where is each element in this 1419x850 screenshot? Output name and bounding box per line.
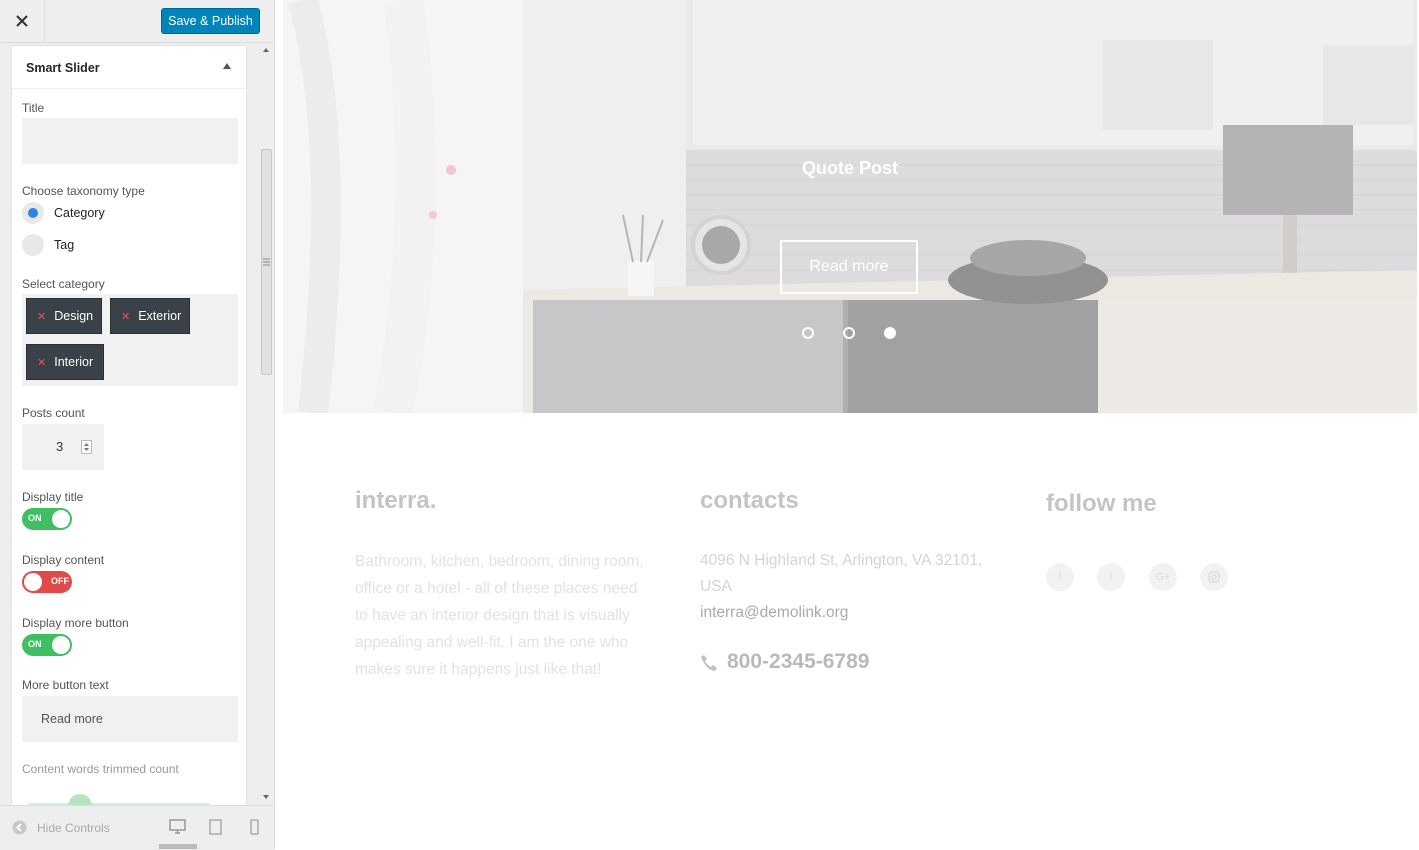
smart-slider-section: Smart Slider Title Choose taxonomy type … xyxy=(11,45,247,805)
toggle-knob xyxy=(52,636,70,654)
display-content-label: Display content xyxy=(22,553,105,567)
facebook-icon[interactable]: f xyxy=(1046,563,1074,591)
scroll-down-icon[interactable] xyxy=(258,792,274,802)
toggle-knob xyxy=(24,573,42,591)
footer-brand: interra. xyxy=(355,487,437,514)
more-text-value: Read more xyxy=(41,712,103,726)
active-device-indicator xyxy=(159,844,197,849)
footer-email-link[interactable]: interra@demolink.org xyxy=(700,604,848,622)
hide-controls-button[interactable]: Hide Controls xyxy=(37,821,110,835)
mobile-preview-icon[interactable] xyxy=(250,819,259,840)
contacts-heading: contacts xyxy=(700,487,799,514)
display-more-label: Display more button xyxy=(22,616,129,630)
follow-heading: follow me xyxy=(1046,490,1157,517)
customizer-header: Save & Publish xyxy=(0,0,274,43)
site-preview: Quote Post Read more interra. Bathroom, … xyxy=(276,0,1419,849)
slider-dot[interactable] xyxy=(843,327,855,339)
radio-category-label: Category xyxy=(54,206,105,220)
save-publish-button[interactable]: Save & Publish xyxy=(161,8,260,34)
twitter-icon[interactable]: t xyxy=(1097,563,1125,591)
slider-dot[interactable] xyxy=(802,327,814,339)
trim-slider-handle[interactable] xyxy=(68,794,92,805)
trim-count-label: Content words trimmed count xyxy=(22,762,179,776)
desktop-preview-icon[interactable] xyxy=(169,819,186,840)
google-plus-icon[interactable]: G+ xyxy=(1149,563,1177,591)
display-title-toggle[interactable]: ON xyxy=(22,508,72,530)
posts-count-label: Posts count xyxy=(22,406,85,420)
scroll-up-icon[interactable] xyxy=(258,45,274,55)
toggle-state: ON xyxy=(28,639,42,649)
footer-address: 4096 N Highland St, Arlington, VA 32101,… xyxy=(700,552,983,595)
toggle-knob xyxy=(52,510,70,528)
close-icon xyxy=(16,11,28,32)
category-select[interactable]: ✕ Design ✕ Exterior ✕ Interior xyxy=(22,294,238,386)
title-input[interactable] xyxy=(22,118,238,164)
phone-icon xyxy=(700,654,718,677)
posts-count-value: 3 xyxy=(56,439,64,454)
more-text-input[interactable]: Read more xyxy=(22,696,238,742)
section-header[interactable]: Smart Slider xyxy=(12,46,246,89)
toggle-state: OFF xyxy=(51,576,69,586)
slider-overlay xyxy=(283,0,1417,413)
customizer-footer: Hide Controls xyxy=(0,805,274,850)
spinner-icon[interactable] xyxy=(81,440,92,454)
customizer-panel: Save & Publish Smart Slider Title Choose… xyxy=(0,0,275,850)
collapse-arrow-icon[interactable] xyxy=(223,63,231,69)
radio-category[interactable] xyxy=(22,202,44,224)
select-category-label: Select category xyxy=(22,277,105,291)
chip-label: Interior xyxy=(54,355,94,369)
more-text-label: More button text xyxy=(22,678,109,692)
chip-label: Design xyxy=(54,309,94,323)
radio-tag[interactable] xyxy=(22,234,44,256)
close-button[interactable] xyxy=(0,0,45,42)
collapse-icon[interactable] xyxy=(12,820,27,840)
slider-dot-active[interactable] xyxy=(884,327,896,339)
radio-tag-label: Tag xyxy=(54,238,75,252)
footer-phone[interactable]: 800-2345-6789 xyxy=(727,650,869,674)
slide-title: Quote Post xyxy=(801,158,898,178)
taxonomy-label: Choose taxonomy type xyxy=(22,184,145,198)
panel-scrollbar[interactable] xyxy=(258,44,274,804)
slide-read-more-button[interactable]: Read more xyxy=(780,240,918,294)
remove-chip-icon[interactable]: ✕ xyxy=(121,310,130,323)
tablet-preview-icon[interactable] xyxy=(209,819,222,840)
posts-count-stepper[interactable]: 3 xyxy=(22,424,104,470)
footer-about-text: Bathroom, kitchen, bedroom, dining room,… xyxy=(355,553,644,678)
instagram-icon[interactable] xyxy=(1200,563,1228,591)
display-title-label: Display title xyxy=(22,490,84,504)
title-label: Title xyxy=(22,101,45,115)
toggle-state: ON xyxy=(28,513,42,523)
display-more-toggle[interactable]: ON xyxy=(22,634,72,656)
category-chip: ✕ Design xyxy=(26,298,102,334)
chip-label: Exterior xyxy=(138,309,182,323)
remove-chip-icon[interactable]: ✕ xyxy=(37,310,46,323)
scrollbar-thumb[interactable] xyxy=(261,149,272,375)
display-content-toggle[interactable]: OFF xyxy=(22,571,72,593)
category-chip: ✕ Interior xyxy=(26,344,104,380)
category-chip: ✕ Exterior xyxy=(110,298,190,334)
hero-slider: Quote Post Read more xyxy=(283,0,1417,413)
remove-chip-icon[interactable]: ✕ xyxy=(37,356,46,369)
section-title: Smart Slider xyxy=(26,61,100,75)
